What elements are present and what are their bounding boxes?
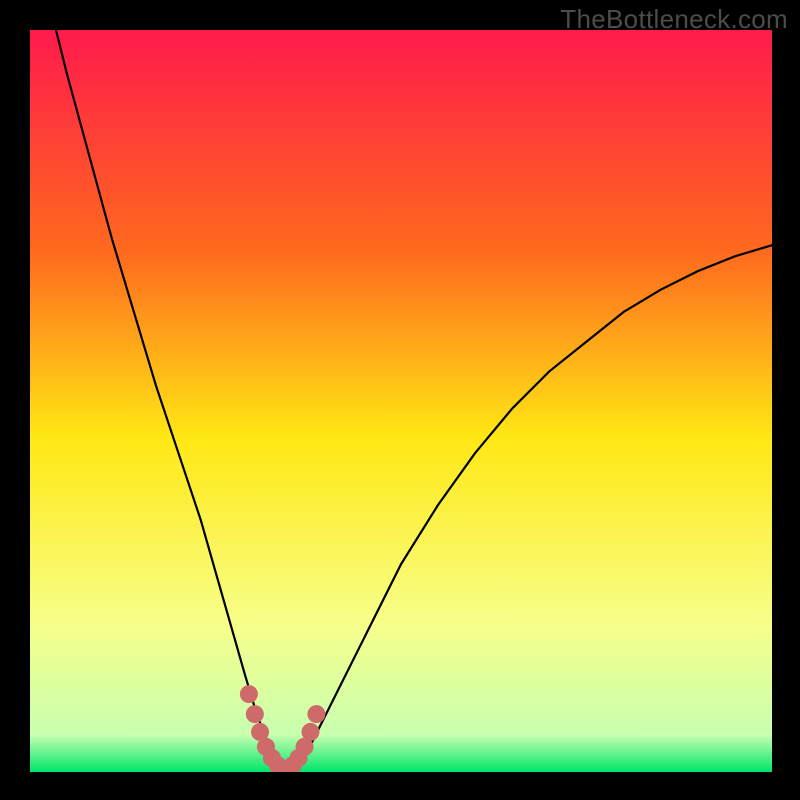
chart-frame: TheBottleneck.com <box>0 0 800 800</box>
highlight-dot <box>307 705 325 723</box>
watermark-text: TheBottleneck.com <box>560 4 788 35</box>
highlight-dot <box>240 685 258 703</box>
highlight-dot <box>246 705 264 723</box>
chart-svg <box>0 0 800 800</box>
plot-background <box>30 30 772 772</box>
highlight-dot <box>301 723 319 741</box>
